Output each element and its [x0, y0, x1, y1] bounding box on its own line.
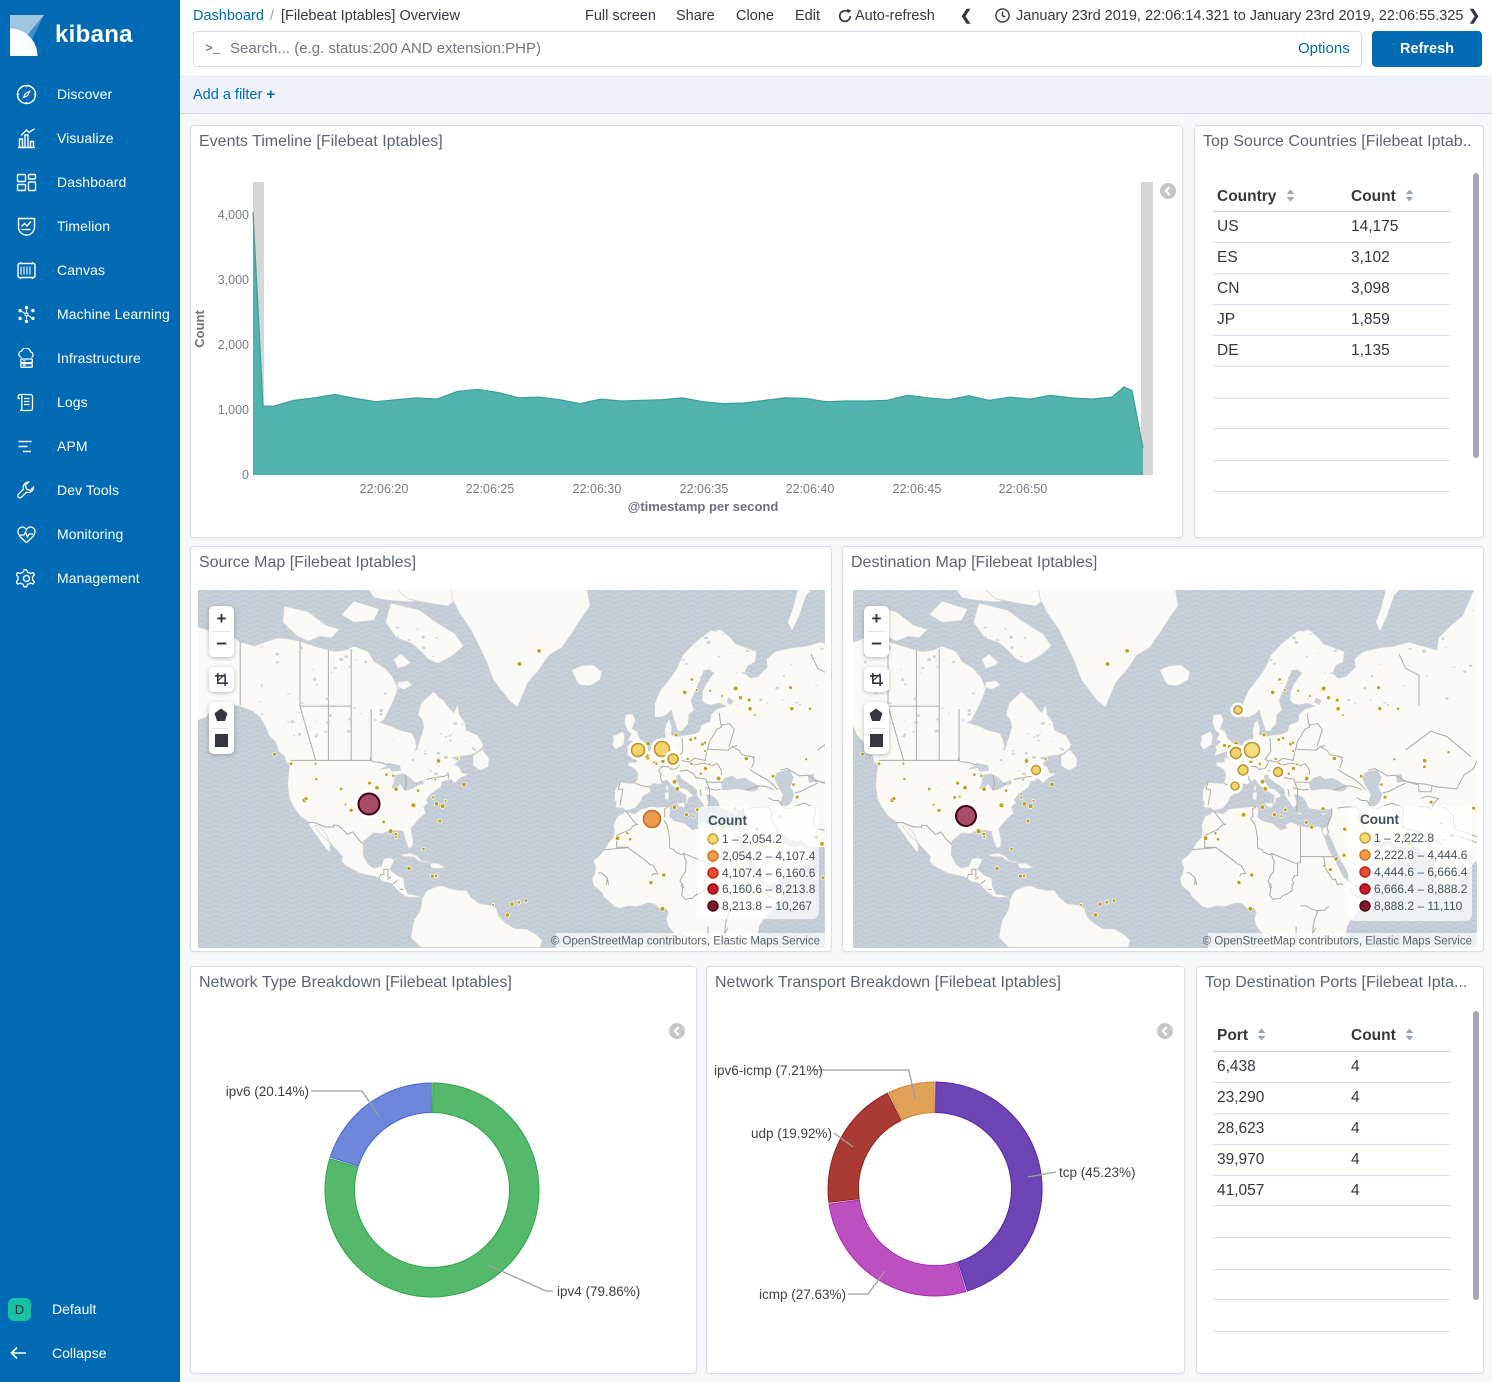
svg-text:2,222.8 – 4,444.6: 2,222.8 – 4,444.6	[1374, 848, 1468, 862]
svg-text:© OpenStreetMap contributors,: © OpenStreetMap contributors, Elastic Ma…	[551, 936, 820, 948]
svg-text:udp (19.92%): udp (19.92%)	[751, 1126, 832, 1141]
svg-text:22:06:40: 22:06:40	[786, 482, 835, 496]
svg-text:22:06:50: 22:06:50	[999, 482, 1048, 496]
svg-text:3,000: 3,000	[218, 273, 249, 287]
svg-text:22:06:30: 22:06:30	[573, 482, 622, 496]
svg-text:icmp (27.63%): icmp (27.63%)	[759, 1287, 846, 1302]
svg-text:8,213.8 – 10,267: 8,213.8 – 10,267	[722, 899, 812, 913]
svg-text:ipv6-icmp (7.21%): ipv6-icmp (7.21%)	[714, 1063, 823, 1078]
svg-text:1 – 2,222.8: 1 – 2,222.8	[1374, 831, 1434, 845]
svg-text:6,160.6 – 8,213.8: 6,160.6 – 8,213.8	[722, 882, 816, 896]
svg-text:2,054.2 – 4,107.4: 2,054.2 – 4,107.4	[722, 849, 816, 863]
svg-text:ipv6 (20.14%): ipv6 (20.14%)	[226, 1084, 309, 1099]
svg-text:Count: Count	[192, 310, 207, 348]
svg-text:22:06:35: 22:06:35	[680, 482, 729, 496]
svg-text:@timestamp per second: @timestamp per second	[628, 499, 779, 514]
svg-text:© OpenStreetMap contributors,: © OpenStreetMap contributors, Elastic Ma…	[1203, 936, 1472, 948]
svg-text:ipv4 (79.86%): ipv4 (79.86%)	[557, 1284, 640, 1299]
svg-text:4,000: 4,000	[218, 208, 249, 222]
svg-text:2,000: 2,000	[218, 338, 249, 352]
svg-text:4,107.4 – 6,160.6: 4,107.4 – 6,160.6	[722, 866, 816, 880]
svg-text:22:06:20: 22:06:20	[360, 482, 409, 496]
svg-text:4,444.6 – 6,666.4: 4,444.6 – 6,666.4	[1374, 865, 1468, 879]
svg-text:1,000: 1,000	[218, 403, 249, 417]
svg-text:22:06:45: 22:06:45	[893, 482, 942, 496]
svg-text:0: 0	[242, 468, 249, 482]
svg-text:6,666.4 – 8,888.2: 6,666.4 – 8,888.2	[1374, 882, 1468, 896]
svg-text:Count: Count	[708, 813, 747, 828]
svg-text:tcp (45.23%): tcp (45.23%)	[1059, 1165, 1136, 1180]
svg-text:22:06:25: 22:06:25	[466, 482, 515, 496]
svg-text:1 – 2,054.2: 1 – 2,054.2	[722, 832, 782, 846]
svg-text:8,888.2 – 11,110: 8,888.2 – 11,110	[1374, 899, 1463, 913]
svg-text:Count: Count	[1360, 812, 1399, 827]
